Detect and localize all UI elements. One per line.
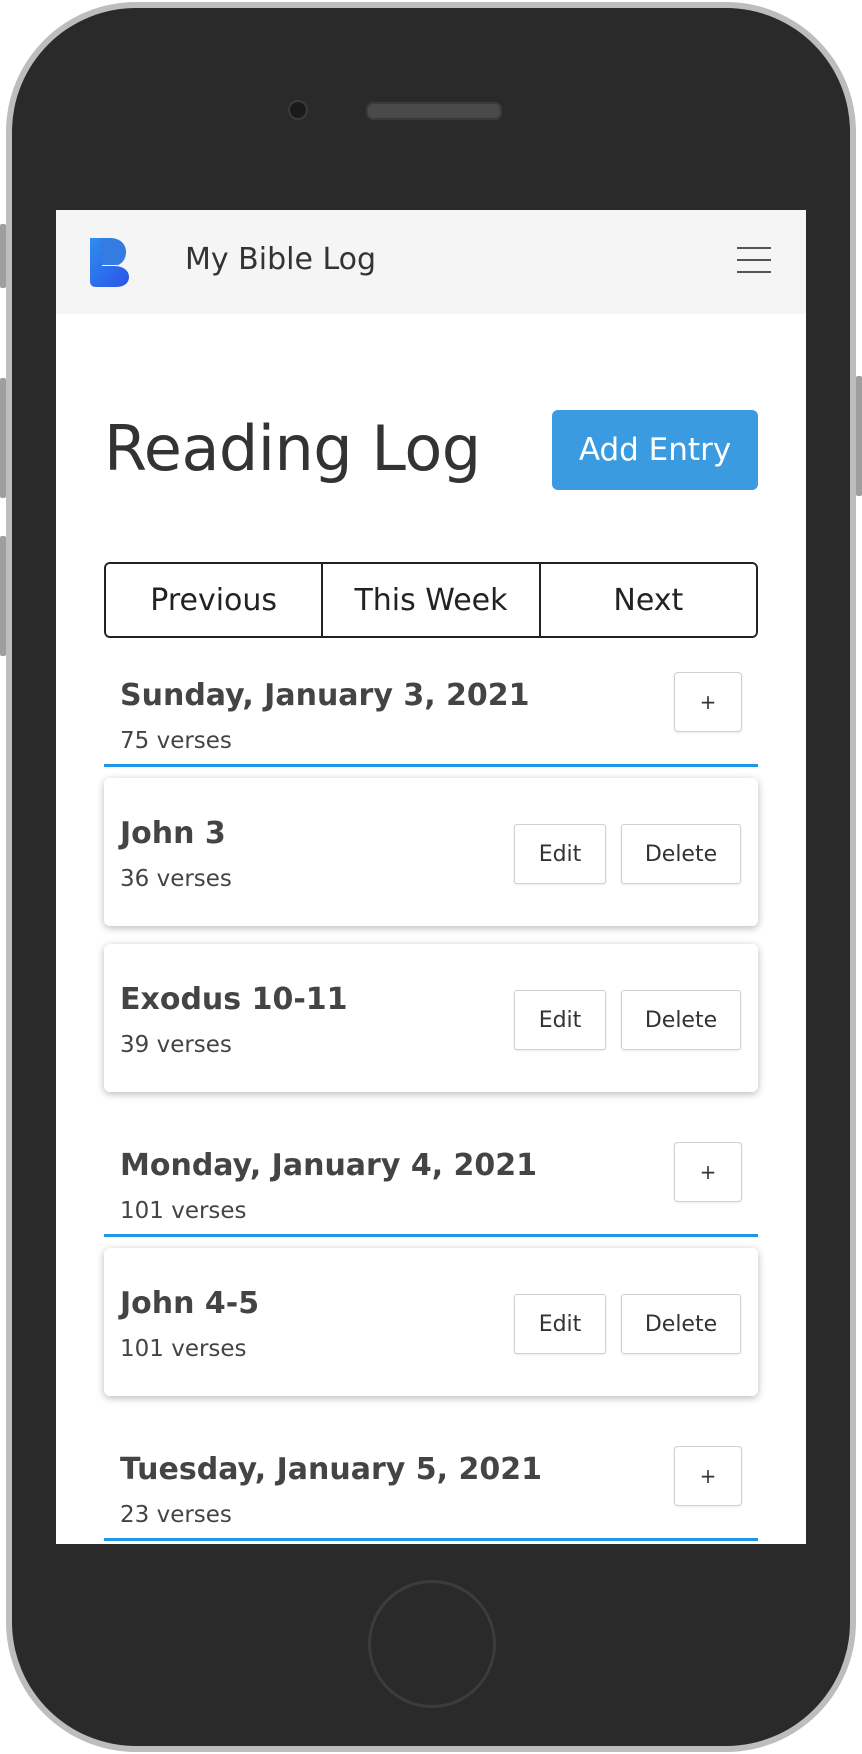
- day-date: Monday, January 4, 2021: [120, 1148, 538, 1183]
- entry-verse-count: 101 verses: [120, 1336, 247, 1362]
- reading-entry-card: John 3 36 verses Edit Delete: [104, 778, 758, 926]
- entry-title: John 3: [120, 816, 226, 851]
- add-to-day-button[interactable]: +: [674, 672, 742, 732]
- entry-verse-count: 39 verses: [120, 1032, 232, 1058]
- earpiece-speaker: [366, 102, 502, 120]
- day-date: Sunday, January 3, 2021: [120, 678, 530, 713]
- volume-down-button: [0, 536, 6, 656]
- app-screen: My Bible Log Reading Log Add Entry Previ…: [56, 210, 806, 1544]
- navbar: My Bible Log: [56, 210, 806, 314]
- home-button[interactable]: [368, 1580, 496, 1708]
- day-header-row: Monday, January 4, 2021 101 verses +: [104, 1142, 758, 1237]
- day-header-row: Tuesday, January 5, 2021 23 verses +: [104, 1446, 758, 1541]
- entry-verse-count: 36 verses: [120, 866, 232, 892]
- phone-side-button: [0, 224, 6, 288]
- power-button: [856, 376, 862, 496]
- add-to-day-button[interactable]: +: [674, 1446, 742, 1506]
- add-entry-button[interactable]: Add Entry: [552, 410, 758, 490]
- entry-title: John 4-5: [120, 1286, 260, 1321]
- edit-button[interactable]: Edit: [514, 1294, 606, 1354]
- edit-button[interactable]: Edit: [514, 824, 606, 884]
- next-week-button[interactable]: Next: [538, 564, 756, 636]
- day-header: Monday, January 4, 2021 101 verses +: [104, 1142, 758, 1237]
- delete-button[interactable]: Delete: [621, 990, 741, 1050]
- brand-title[interactable]: My Bible Log: [185, 242, 376, 277]
- entry-title: Exodus 10-11: [120, 982, 348, 1017]
- day-verse-count: 101 verses: [120, 1198, 247, 1224]
- add-to-day-button[interactable]: +: [674, 1142, 742, 1202]
- day-header: Tuesday, January 5, 2021 23 verses +: [104, 1446, 758, 1541]
- page-title: Reading Log: [104, 412, 481, 485]
- previous-week-button[interactable]: Previous: [106, 564, 322, 636]
- volume-up-button: [0, 378, 6, 498]
- this-week-button[interactable]: This Week: [321, 564, 539, 636]
- app-logo-icon[interactable]: [88, 236, 130, 288]
- day-date: Tuesday, January 5, 2021: [120, 1452, 542, 1487]
- day-header: Sunday, January 3, 2021 75 verses +: [104, 672, 758, 767]
- reading-entry-card: Exodus 10-11 39 verses Edit Delete: [104, 944, 758, 1092]
- week-navigation: Previous This Week Next: [104, 562, 758, 638]
- edit-button[interactable]: Edit: [514, 990, 606, 1050]
- day-verse-count: 23 verses: [120, 1502, 232, 1528]
- front-camera: [288, 100, 308, 120]
- delete-button[interactable]: Delete: [621, 1294, 741, 1354]
- menu-icon[interactable]: [737, 247, 771, 273]
- delete-button[interactable]: Delete: [621, 824, 741, 884]
- day-verse-count: 75 verses: [120, 728, 232, 754]
- day-header-row: Sunday, January 3, 2021 75 verses +: [104, 672, 758, 767]
- reading-entry-card: John 4-5 101 verses Edit Delete: [104, 1248, 758, 1396]
